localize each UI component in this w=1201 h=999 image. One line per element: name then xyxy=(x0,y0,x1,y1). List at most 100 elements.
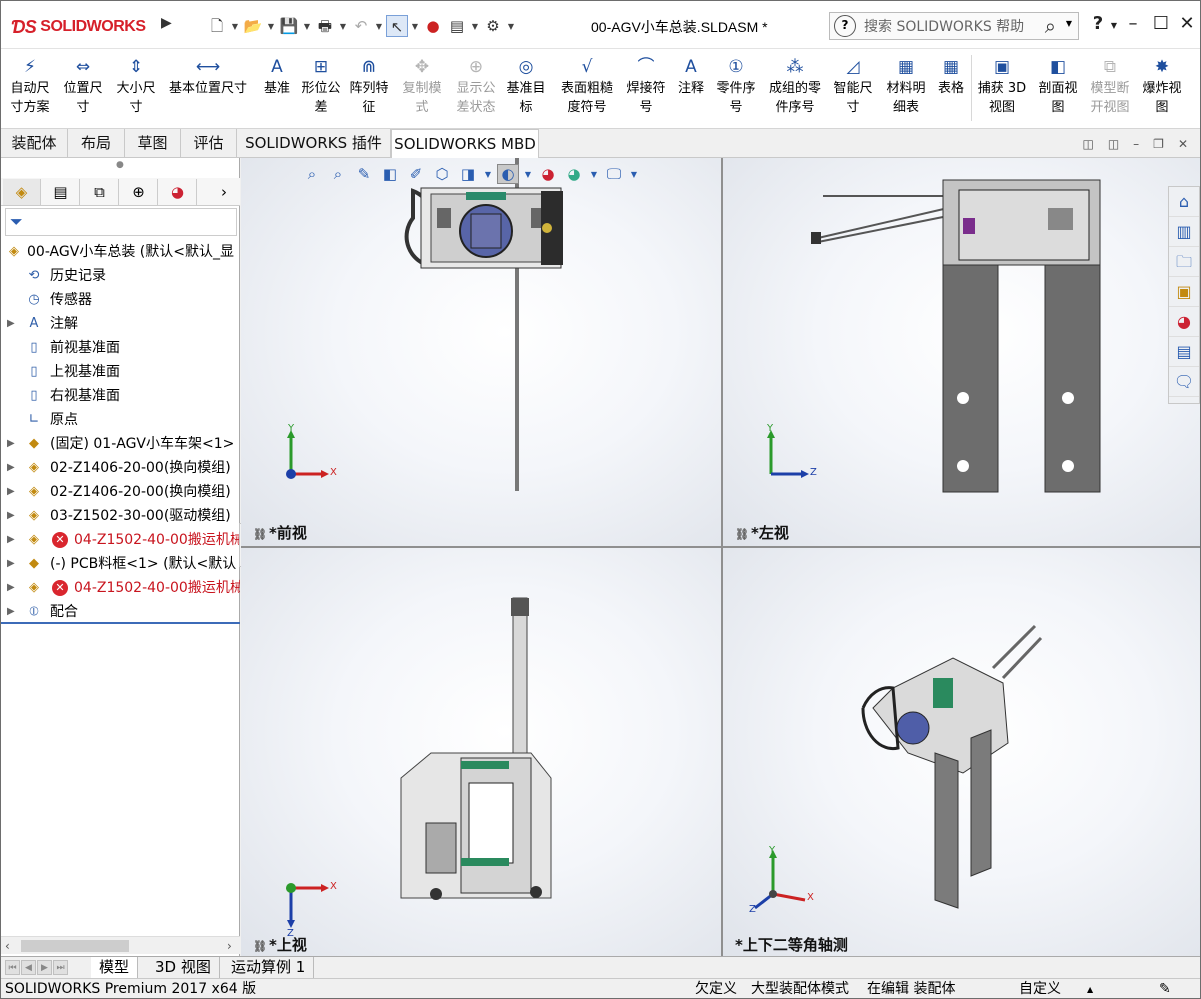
tree-root[interactable]: ◈ 00-AGV小车总装 (默认<默认_显 xyxy=(1,240,240,264)
tree-item[interactable]: ▶ ◆ (-) PCB料框<1> (默认<默认 xyxy=(1,552,240,576)
tab-2[interactable]: 草图 xyxy=(125,129,181,157)
viewport-restore-left-icon[interactable]: ◫ xyxy=(1082,137,1093,151)
open-document-icon[interactable]: 📂 xyxy=(242,15,264,37)
cmd-smart-dimension-button[interactable]: ◿ 智能尺寸 xyxy=(829,53,877,125)
tree-item[interactable]: ▶ ◆ (固定) 01-AGV小车车架<1> xyxy=(1,432,240,456)
zoom-to-fit-icon[interactable]: ⌕ xyxy=(301,165,323,183)
edit-appearance-icon[interactable]: ◕ xyxy=(537,165,559,183)
scroll-thumb[interactable] xyxy=(21,940,129,952)
appearances-icon[interactable]: ◕ xyxy=(1169,307,1199,337)
tree-item[interactable]: ▶ A 注解 xyxy=(1,312,240,336)
tree-item[interactable]: ∟ 原点 xyxy=(1,408,240,432)
apply-scene-icon[interactable]: ◕ xyxy=(563,165,585,183)
expand-arrow-icon[interactable]: ▶ xyxy=(7,552,15,576)
cmd-size-dimension-button[interactable]: ⇕ 大小尺寸 xyxy=(111,53,161,125)
tab-4[interactable]: SOLIDWORKS 插件 xyxy=(237,129,391,157)
hide-show-dropdown-icon[interactable]: ▼ xyxy=(523,170,533,179)
first-tab-icon[interactable]: ⏮ xyxy=(5,960,20,975)
bottom-tab-0[interactable]: 模型 xyxy=(91,957,139,978)
options-gear-icon[interactable]: ⚙ xyxy=(482,15,504,37)
previous-view-icon[interactable]: ✎ xyxy=(353,165,375,183)
dynamic-annotation-icon[interactable]: ✐ xyxy=(405,165,427,183)
tree-item[interactable]: ▶ ◈ ✕ 04-Z1502-40-00搬运机械 xyxy=(1,576,240,600)
tree-item[interactable]: ▯ 前视基准面 xyxy=(1,336,240,360)
tree-item[interactable]: ▶ ⦶ 配合 xyxy=(1,600,240,624)
panel-splitter-handle[interactable]: ● xyxy=(116,160,124,170)
cmd-note-button[interactable]: A 注释 xyxy=(673,53,709,125)
viewport-maximize-icon[interactable]: ❐ xyxy=(1153,137,1164,151)
view-settings-icon[interactable]: 🖵 xyxy=(603,165,625,183)
section-view-icon[interactable]: ◧ xyxy=(379,165,401,183)
units-status[interactable]: 自定义 xyxy=(1019,979,1061,998)
file-explorer-icon[interactable]: 🗀 xyxy=(1169,247,1199,277)
search-dropdown-icon[interactable]: ▼ xyxy=(1066,19,1072,28)
maximize-button[interactable]: ☐ xyxy=(1149,13,1173,34)
new-document-icon[interactable]: 🗋 xyxy=(206,15,228,37)
cmd-section-view-button[interactable]: ◧ 剖面视图 xyxy=(1033,53,1083,125)
cmd-datum-button[interactable]: A 基准 xyxy=(259,53,295,125)
cmd-copy-scheme-button[interactable]: ✥ 复制模式 xyxy=(397,53,447,125)
property-manager-tab-icon[interactable]: ▤ xyxy=(42,179,80,205)
bottom-tab-1[interactable]: 3D 视图 xyxy=(147,957,220,978)
viewport-close-icon[interactable]: ✕ xyxy=(1178,137,1188,151)
properties-dropdown-icon[interactable]: ▼ xyxy=(470,22,480,31)
cmd-explode-view-button[interactable]: ✸ 爆炸视图 xyxy=(1138,53,1186,125)
cmd-datum-target-button[interactable]: ◎ 基准目标 xyxy=(503,53,549,125)
display-style-dropdown-icon[interactable]: ▼ xyxy=(483,170,493,179)
open-dropdown-icon[interactable]: ▼ xyxy=(266,22,276,31)
tree-item[interactable]: ◷ 传感器 xyxy=(1,288,240,312)
viewport-vertical-splitter[interactable] xyxy=(721,158,723,956)
cmd-pattern-feature-button[interactable]: ⋒ 阵列特征 xyxy=(346,53,392,125)
select-pointer-icon[interactable]: ↖ xyxy=(386,15,408,37)
viewport-trimetric[interactable]: Y X Z *上下二等角轴测 xyxy=(723,548,1200,956)
viewport-restore-right-icon[interactable]: ◫ xyxy=(1108,137,1119,151)
undo-dropdown-icon[interactable]: ▼ xyxy=(374,22,384,31)
expand-arrow-icon[interactable]: ▶ xyxy=(7,432,15,456)
tree-horizontal-scrollbar[interactable]: ‹ › xyxy=(1,936,240,954)
cmd-geometric-tolerance-button[interactable]: ⊞ 形位公差 xyxy=(298,53,344,125)
feature-manager-tab-icon[interactable]: ◈ xyxy=(3,179,41,205)
tree-item[interactable]: ▶ ◈ 03-Z1502-30-00(驱动模组) xyxy=(1,504,240,528)
display-style-icon[interactable]: ◨ xyxy=(457,165,479,183)
view-orientation-icon[interactable]: ⬡ xyxy=(431,165,453,183)
cmd-surface-finish-button[interactable]: √ 表面粗糙 度符号 xyxy=(555,53,619,125)
tree-filter-icon[interactable]: ⏷ xyxy=(5,208,237,236)
viewport-front[interactable]: Y X ⛓ *前视 xyxy=(241,158,721,546)
apply-scene-dropdown-icon[interactable]: ▼ xyxy=(589,170,599,179)
viewport-left[interactable]: Y Z ⛓ *左视 xyxy=(723,158,1200,546)
search-icon[interactable]: ⌕ xyxy=(1045,14,1056,38)
cmd-auto-dimension-button[interactable]: ⚡ 自动尺 寸方案 xyxy=(5,53,55,125)
dimxpert-manager-tab-icon[interactable]: ⊕ xyxy=(120,179,158,205)
cmd-model-break-view-button[interactable]: ⧉ 模型断 开视图 xyxy=(1086,53,1134,125)
viewport-minimize-icon[interactable]: – xyxy=(1133,137,1139,151)
view-palette-icon[interactable]: ▣ xyxy=(1169,277,1199,307)
menu-expand-arrow[interactable]: ▶ xyxy=(161,15,175,35)
undo-icon[interactable]: ↶ xyxy=(350,15,372,37)
scroll-right-icon[interactable]: › xyxy=(227,937,232,955)
expand-arrow-icon[interactable]: ▶ xyxy=(7,480,15,504)
cmd-capture-3d-view-button[interactable]: ▣ 捕获 3D 视图 xyxy=(975,53,1029,125)
print-dropdown-icon[interactable]: ▼ xyxy=(338,22,348,31)
file-properties-icon[interactable]: ▤ xyxy=(446,15,468,37)
solidworks-logo[interactable]: ƊS SOLIDWORKS xyxy=(11,13,155,41)
tree-item[interactable]: ▯ 右视基准面 xyxy=(1,384,240,408)
viewport-top[interactable]: X Z ⛓ *上视 xyxy=(241,548,721,956)
select-dropdown-icon[interactable]: ▼ xyxy=(410,22,420,31)
view-settings-dropdown-icon[interactable]: ▼ xyxy=(629,170,639,179)
units-dropdown-icon[interactable]: ▲ xyxy=(1087,979,1093,998)
help-search-box[interactable]: ? 搜索 SOLIDWORKS 帮助 ⌕ ▼ xyxy=(829,12,1079,40)
tab-0[interactable]: 装配体 xyxy=(1,129,68,157)
tree-item[interactable]: ▶ ◈ ✕ 04-Z1502-40-00搬运机械 xyxy=(1,528,240,552)
last-tab-icon[interactable]: ⏭ xyxy=(53,960,68,975)
cmd-basic-location-dimension-button[interactable]: ⟷ 基本位置尺寸 xyxy=(163,53,253,125)
expand-arrow-icon[interactable]: ▶ xyxy=(7,456,15,480)
custom-properties-icon[interactable]: ▤ xyxy=(1169,337,1199,367)
hide-show-items-icon[interactable]: ◐ xyxy=(497,164,519,184)
cmd-show-tolerance-status-button[interactable]: ⊕ 显示公 差状态 xyxy=(451,53,501,125)
expand-arrow-icon[interactable]: ▶ xyxy=(7,504,15,528)
cmd-balloon-button[interactable]: ① 零件序号 xyxy=(711,53,761,125)
options-dropdown-icon[interactable]: ▼ xyxy=(506,22,516,31)
tree-item[interactable]: ▶ ◈ 02-Z1406-20-00(换向模组) xyxy=(1,456,240,480)
expand-arrow-icon[interactable]: ▶ xyxy=(7,312,15,336)
configuration-manager-tab-icon[interactable]: ⧉ xyxy=(81,179,119,205)
